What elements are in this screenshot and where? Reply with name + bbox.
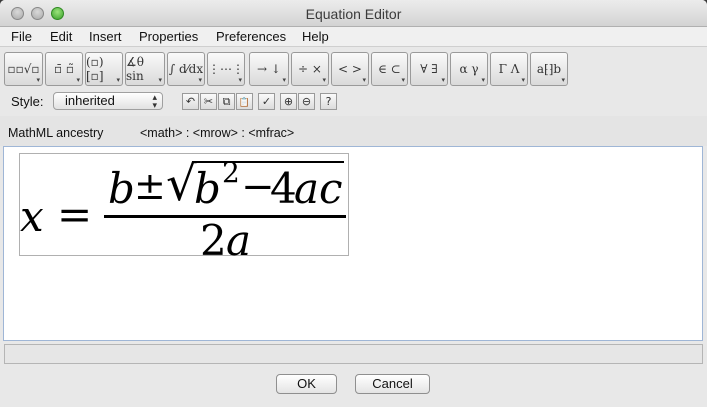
ok-button[interactable]: OK [276, 374, 337, 394]
relation-palette-button[interactable]: < > ▾ [331, 52, 369, 86]
paste-icon: 📋 [238, 98, 251, 108]
title-bar: Equation Editor [0, 0, 707, 27]
equation-editor-window: Equation Editor File Edit Insert Propert… [0, 0, 707, 407]
zoom-out-icon: ⊖ [301, 95, 312, 108]
menu-insert[interactable]: Insert [89, 29, 122, 44]
undo-icon: ↶ [185, 95, 196, 108]
help-icon: ? [325, 95, 332, 108]
logic-palette-button[interactable]: ∀ ∃ ▾ [410, 52, 448, 86]
arrow-palette-button[interactable]: → ↓ ▾ [249, 52, 289, 86]
menu-file[interactable]: File [11, 29, 32, 44]
equation-canvas[interactable]: x = b ± √ b 2 − 4 ac 2 a [3, 146, 703, 341]
radical-sign: √ [166, 156, 197, 212]
greek-upper-palette-icon: Γ Λ [498, 62, 520, 76]
menu-bar: File Edit Insert Properties Preferences … [0, 27, 707, 47]
menu-preferences[interactable]: Preferences [216, 29, 286, 44]
arrow-palette-icon: → ↓ [257, 62, 281, 76]
equation-lhs: x [20, 192, 44, 241]
cancel-button[interactable]: Cancel [355, 374, 430, 394]
relation-palette-icon: < > [338, 62, 362, 76]
paste-button[interactable]: 📋 [236, 93, 253, 110]
style-select-value: inherited [65, 93, 115, 108]
calculus-palette-button[interactable]: ∫ d⁄dx ▾ [167, 52, 205, 86]
status-field [4, 344, 703, 364]
denominator-two: 2 [200, 216, 227, 265]
accent-palette-icon: ▫̄ ▫̃ [53, 62, 75, 76]
check-button[interactable]: ✓ [258, 93, 275, 110]
operator-palette-button[interactable]: ÷ × ▾ [291, 52, 329, 86]
denominator-a: a [226, 216, 252, 265]
numerator-b: b [108, 164, 135, 213]
operator-palette-icon: ÷ × [298, 62, 322, 76]
coefficient-four: 4 [270, 164, 297, 213]
menu-help[interactable]: Help [302, 29, 329, 44]
set-palette-button[interactable]: ∈ ⊂ ▾ [371, 52, 408, 86]
radical-overbar [192, 161, 344, 163]
style-toolbar: Style: inherited ▴ ▾ ↶ ✂ ⧉ 📋 ✓ ⊕ ⊖ ? [0, 90, 707, 112]
style-label: Style: [11, 94, 44, 109]
mathml-ancestry-bar: MathML ancestry <math> : <mrow> : <mfrac… [0, 116, 707, 146]
menu-properties[interactable]: Properties [139, 29, 198, 44]
matrix-palette-button[interactable]: ⋮⋯⋮ ▾ [207, 52, 245, 86]
symbol-palette: ▫▫√▫ ▾ ▫̄ ▫̃ ▾ (▫) [▫] ▾ ∡θ sin ▾ ∫ d⁄dx ▾ ⋮⋯… [0, 50, 707, 88]
script-radical-palette-icon: ▫▫√▫ [7, 62, 40, 76]
fence-palette-button[interactable]: (▫) [▫] ▾ [85, 52, 123, 86]
term-ac: ac [294, 164, 343, 213]
undo-button[interactable]: ↶ [182, 93, 199, 110]
zoom-in-button[interactable]: ⊕ [280, 93, 297, 110]
set-palette-icon: ∈ ⊂ [378, 62, 401, 76]
accent-palette-button[interactable]: ▫̄ ▫̃ ▾ [45, 52, 83, 86]
spacing-palette-icon: a⁅⁆b [536, 62, 562, 76]
calculus-palette-icon: ∫ d⁄dx [168, 62, 204, 76]
equation-equals: = [57, 190, 93, 239]
exponent-two: 2 [222, 156, 240, 189]
greek-lower-palette-icon: α γ [459, 62, 479, 76]
zoom-in-icon: ⊕ [283, 95, 294, 108]
plus-minus-sign: ± [134, 164, 166, 208]
logic-palette-icon: ∀ ∃ [420, 62, 438, 76]
cut-icon: ✂ [203, 95, 214, 108]
ancestry-path[interactable]: <math> : <mrow> : <mfrac> [140, 126, 294, 140]
greek-lower-palette-button[interactable]: α γ ▾ [450, 52, 488, 86]
matrix-palette-icon: ⋮⋯⋮ [208, 62, 244, 76]
check-icon: ✓ [261, 95, 272, 108]
function-palette-button[interactable]: ∡θ sin ▾ [125, 52, 165, 86]
zoom-out-button[interactable]: ⊖ [298, 93, 315, 110]
greek-upper-palette-button[interactable]: Γ Λ ▾ [490, 52, 528, 86]
copy-icon: ⧉ [222, 95, 231, 108]
script-radical-palette-button[interactable]: ▫▫√▫ ▾ [4, 52, 43, 86]
window-title: Equation Editor [305, 6, 402, 22]
style-select[interactable]: inherited ▴ ▾ [53, 92, 163, 110]
cut-button[interactable]: ✂ [200, 93, 217, 110]
spacing-palette-button[interactable]: a⁅⁆b ▾ [530, 52, 568, 86]
menu-edit[interactable]: Edit [50, 29, 72, 44]
radicand-b: b [194, 164, 221, 213]
help-button[interactable]: ? [320, 93, 337, 110]
updown-chevron-icon: ▴ ▾ [152, 92, 157, 110]
equation-display[interactable]: x = b ± √ b 2 − 4 ac 2 a [19, 153, 349, 265]
copy-button[interactable]: ⧉ [218, 93, 235, 110]
ancestry-label: MathML ancestry [8, 126, 104, 140]
